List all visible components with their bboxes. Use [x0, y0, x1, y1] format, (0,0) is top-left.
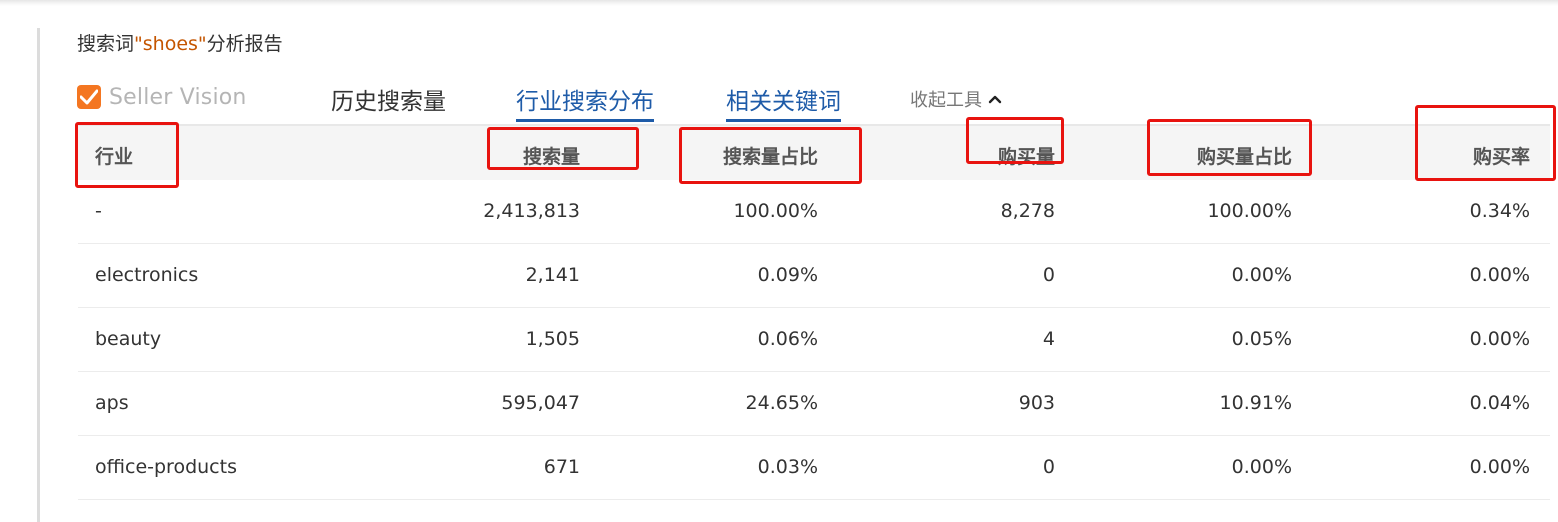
table-row: office-products 671 0.03% 0 0.00% 0.00%	[78, 436, 1550, 500]
collapse-tool-button[interactable]: 收起工具	[910, 86, 1002, 112]
tab-industry-distribution[interactable]: 行业搜索分布	[516, 82, 654, 122]
report-title-prefix: 搜索词	[77, 33, 135, 55]
report-title-suffix: 分析报告	[206, 33, 283, 55]
cell-search-share: 0.09%	[757, 264, 818, 286]
cell-purchase-volume: 0	[1042, 456, 1055, 478]
left-border	[37, 28, 40, 522]
table-row: aps 595,047 24.65% 903 10.91% 0.04%	[78, 372, 1550, 436]
brand-name: Seller Vision	[109, 84, 247, 110]
cell-purchase-share: 0.00%	[1231, 456, 1292, 478]
cell-purchase-volume: 903	[1018, 392, 1055, 414]
cell-search-volume: 671	[543, 456, 580, 478]
chevron-up-icon	[988, 95, 1002, 104]
cell-purchase-volume: 4	[1042, 328, 1055, 350]
seller-vision-logo-icon	[77, 85, 101, 109]
cell-search-share: 100.00%	[733, 200, 818, 222]
cell-purchase-rate: 0.00%	[1469, 456, 1530, 478]
cell-purchase-rate: 0.00%	[1469, 328, 1530, 350]
tab-related-keywords[interactable]: 相关关键词	[726, 82, 841, 122]
cell-purchase-rate: 0.04%	[1469, 392, 1530, 414]
highlight-box-industry	[75, 122, 179, 188]
collapse-tool-label: 收起工具	[910, 90, 982, 111]
top-divider	[0, 0, 1558, 6]
highlight-box-search-volume	[487, 127, 639, 170]
highlight-box-purchase-volume	[966, 117, 1064, 164]
cell-search-volume: 1,505	[525, 328, 580, 350]
cell-industry: beauty	[95, 328, 162, 350]
cell-purchase-share: 100.00%	[1207, 200, 1292, 222]
cell-purchase-volume: 0	[1042, 264, 1055, 286]
cell-purchase-rate: 0.00%	[1469, 264, 1530, 286]
cell-industry: electronics	[95, 264, 199, 286]
tab-search-history[interactable]: 历史搜索量	[331, 82, 446, 116]
cell-purchase-volume: 8,278	[1000, 200, 1055, 222]
cell-search-volume: 2,413,813	[483, 200, 580, 222]
highlight-box-purchase-rate	[1415, 105, 1556, 181]
cell-search-share: 0.06%	[757, 328, 818, 350]
table-row: electronics 2,141 0.09% 0 0.00% 0.00%	[78, 244, 1550, 308]
cell-purchase-share: 10.91%	[1219, 392, 1292, 414]
cell-purchase-rate: 0.34%	[1469, 200, 1530, 222]
cell-industry: aps	[95, 392, 129, 414]
cell-search-share: 24.65%	[745, 392, 818, 414]
report-title: 搜索词"shoes"分析报告	[77, 29, 283, 56]
highlight-box-purchase-share	[1147, 119, 1312, 176]
brand: Seller Vision	[77, 82, 247, 112]
table-row: - 2,413,813 100.00% 8,278 100.00% 0.34%	[78, 180, 1550, 244]
cell-search-volume: 2,141	[525, 264, 580, 286]
cell-search-share: 0.03%	[757, 456, 818, 478]
cell-purchase-share: 0.00%	[1231, 264, 1292, 286]
report-keyword: "shoes"	[134, 33, 207, 55]
table-row: beauty 1,505 0.06% 4 0.05% 0.00%	[78, 308, 1550, 372]
cell-industry: -	[95, 200, 102, 222]
cell-purchase-share: 0.05%	[1231, 328, 1292, 350]
highlight-box-search-share	[679, 127, 862, 184]
cell-search-volume: 595,047	[501, 392, 580, 414]
cell-industry: office-products	[95, 456, 237, 478]
